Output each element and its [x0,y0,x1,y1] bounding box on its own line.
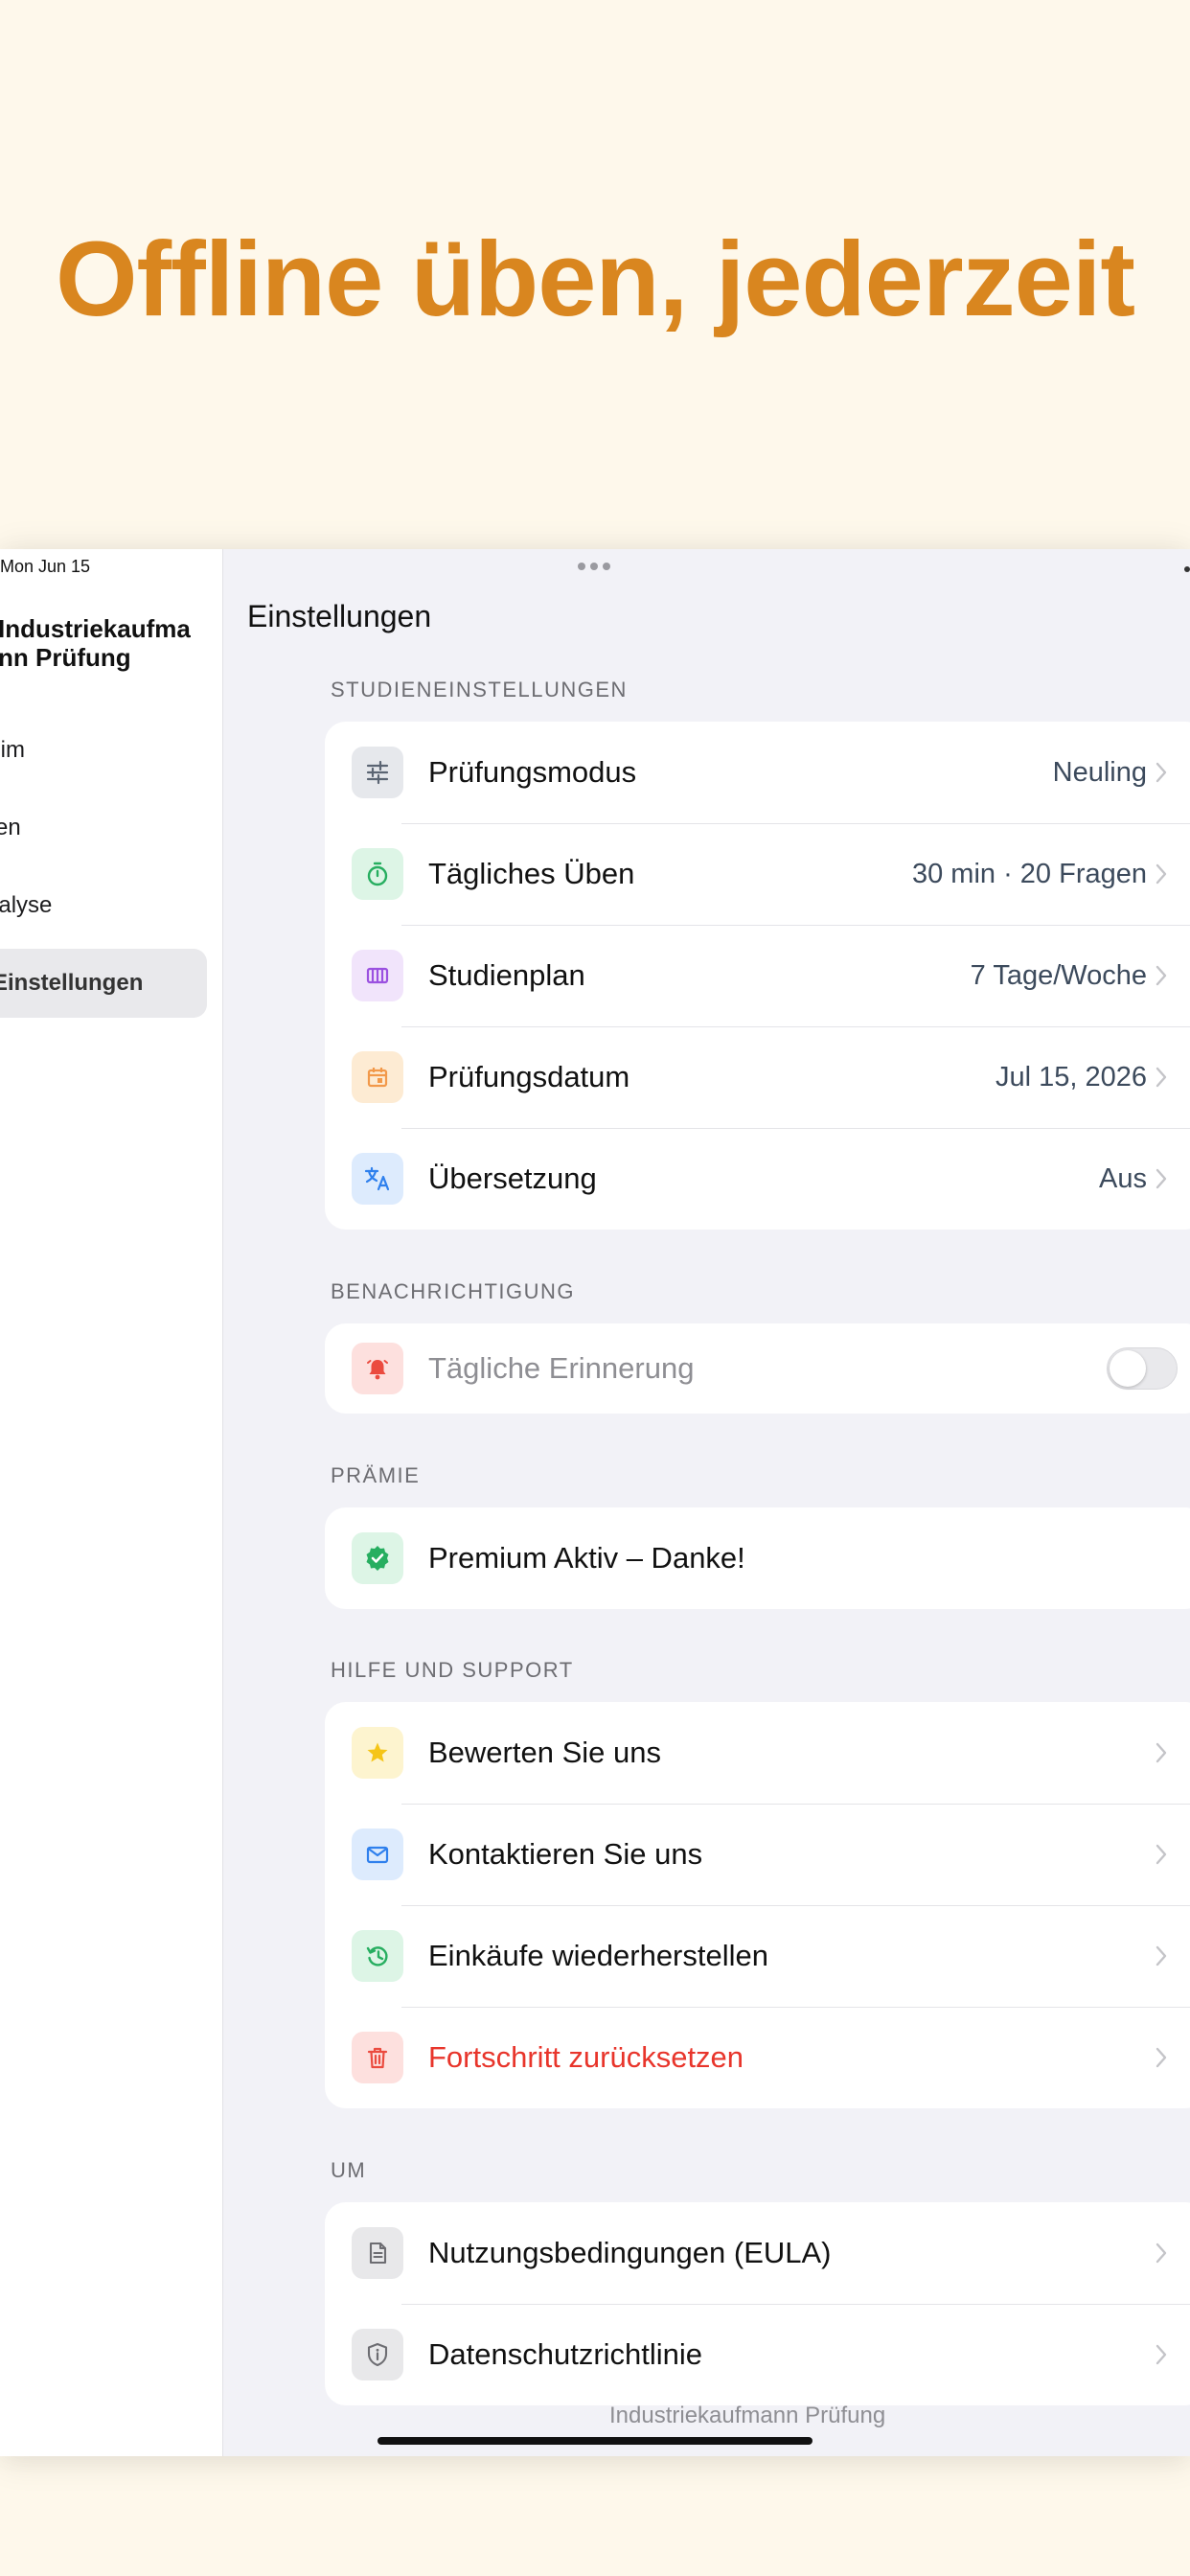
row-label: Prüfungsdatum [428,1060,630,1093]
row-label: Tägliches Üben [428,857,635,890]
row-value: Jul 15, 2026 [995,1061,1147,1092]
row-value: Aus [1099,1162,1147,1194]
row-premium-status: Premium Aktiv – Danke! [325,1507,1190,1609]
chevron-right-icon [1156,1742,1167,1763]
sidebar-item-analyse[interactable]: Analyse [0,871,207,940]
star-icon [352,1727,403,1779]
sidebar: Mon Jun 15 Industriekaufma nn Prüfung He… [0,549,223,2456]
row-pruefungsdatum[interactable]: Prüfungsdatum Jul 15, 2026 [325,1026,1190,1128]
about-group: Nutzungsbedingungen (EULA) Datenschutzri… [325,2202,1190,2405]
ipad-screen: Mon Jun 15 Industriekaufma nn Prüfung He… [0,549,1190,2456]
help-group: Bewerten Sie uns Kontaktieren Sie uns Ei… [325,1702,1190,2108]
row-label: Einkäufe wiederherstellen [428,1939,768,1972]
row-taegliche-erinnerung: Tägliche Erinnerung [325,1323,1190,1414]
section-header-study: STUDIENEINSTELLUNGEN [331,678,628,702]
row-label: Studienplan [428,958,585,992]
sidebar-item-label: Heim [0,737,26,763]
restore-icon [352,1930,403,1982]
row-datenschutz[interactable]: Datenschutzrichtlinie [325,2304,1190,2405]
calendar-week-icon [352,950,403,1001]
study-settings-group: Prüfungsmodus Neuling Tägliches Üben 30 … [325,722,1190,1230]
notification-group: Tägliche Erinnerung [325,1323,1190,1414]
document-icon [352,2227,403,2279]
sidebar-item-einstellungen[interactable]: Einstellungen [0,949,207,1018]
chevron-right-icon [1156,2344,1167,2365]
chevron-right-icon [1156,1168,1167,1189]
sidebar-item-label: Lernen [0,815,21,840]
section-header-help: HILFE UND SUPPORT [331,1658,574,1682]
chevron-right-icon [1156,863,1167,885]
row-label: Prüfungsmodus [428,755,637,789]
trash-icon [352,2032,403,2083]
row-label: Datenschutzrichtlinie [428,2337,703,2371]
sidebar-item-heim[interactable]: Heim [0,716,207,785]
row-label: Bewerten Sie uns [428,1736,661,1769]
chevron-right-icon [1156,965,1167,986]
row-label: Übersetzung [428,1162,597,1195]
row-wiederherstellen[interactable]: Einkäufe wiederherstellen [325,1905,1190,2007]
sidebar-item-label: Einstellungen [0,970,144,996]
chevron-right-icon [1156,1945,1167,1966]
row-label: Tägliche Erinnerung [428,1351,695,1385]
row-kontakt[interactable]: Kontaktieren Sie uns [325,1804,1190,1905]
section-header-notification: BENACHRICHTIGUNG [331,1279,576,1303]
row-bewerten[interactable]: Bewerten Sie uns [325,1702,1190,1804]
section-header-about: UM [331,2158,367,2182]
row-label: Kontaktieren Sie uns [428,1837,703,1871]
chevron-right-icon [1156,2242,1167,2264]
bell-icon [352,1343,403,1394]
chevron-right-icon [1156,2047,1167,2068]
row-value: 30 min · 20 Fragen [911,858,1147,889]
row-label: Premium Aktiv – Danke! [428,1541,745,1575]
status-date: Mon Jun 15 [0,557,91,576]
row-reset-progress[interactable]: Fortschritt zurücksetzen [325,2007,1190,2108]
page-title: Einstellungen [247,599,432,633]
premium-group: Premium Aktiv – Danke! [325,1507,1190,1609]
sidebar-item-label: Analyse [0,892,53,918]
row-studienplan[interactable]: Studienplan 7 Tage/Woche [325,925,1190,1026]
row-eula[interactable]: Nutzungsbedingungen (EULA) [325,2202,1190,2304]
row-taegliches-ueben[interactable]: Tägliches Üben 30 min · 20 Fragen [325,823,1190,925]
footer-app-name: Industriekaufmann Prüfung [609,2403,886,2428]
sliders-icon [352,747,403,798]
verified-badge-icon [352,1532,403,1584]
calendar-icon [352,1051,403,1103]
section-header-premium: PRÄMIE [331,1463,421,1487]
row-label: Nutzungsbedingungen (EULA) [428,2236,832,2269]
sidebar-app-title: Industriekaufma nn Prüfung [0,614,191,672]
shield-info-icon [352,2329,403,2380]
row-value: 7 Tage/Woche [970,959,1147,991]
row-value: Neuling [1052,756,1147,788]
chevron-right-icon [1156,1067,1167,1088]
home-indicator[interactable] [378,2437,812,2445]
headline: Offline üben, jederzeit [55,220,1135,338]
multitask-grabber-icon[interactable] [578,563,610,570]
row-pruefungsmodus[interactable]: Prüfungsmodus Neuling [325,722,1190,823]
chevron-right-icon [1156,1844,1167,1865]
chevron-right-icon [1156,762,1167,783]
row-label: Fortschritt zurücksetzen [428,2040,744,2074]
status-indicator-icon [1184,566,1190,572]
translate-icon [352,1153,403,1205]
daily-reminder-toggle[interactable] [1107,1347,1178,1390]
sidebar-item-lernen[interactable]: Lernen [0,794,207,862]
row-uebersetzung[interactable]: Übersetzung Aus [325,1128,1190,1230]
timer-icon [352,848,403,900]
mail-icon [352,1828,403,1880]
